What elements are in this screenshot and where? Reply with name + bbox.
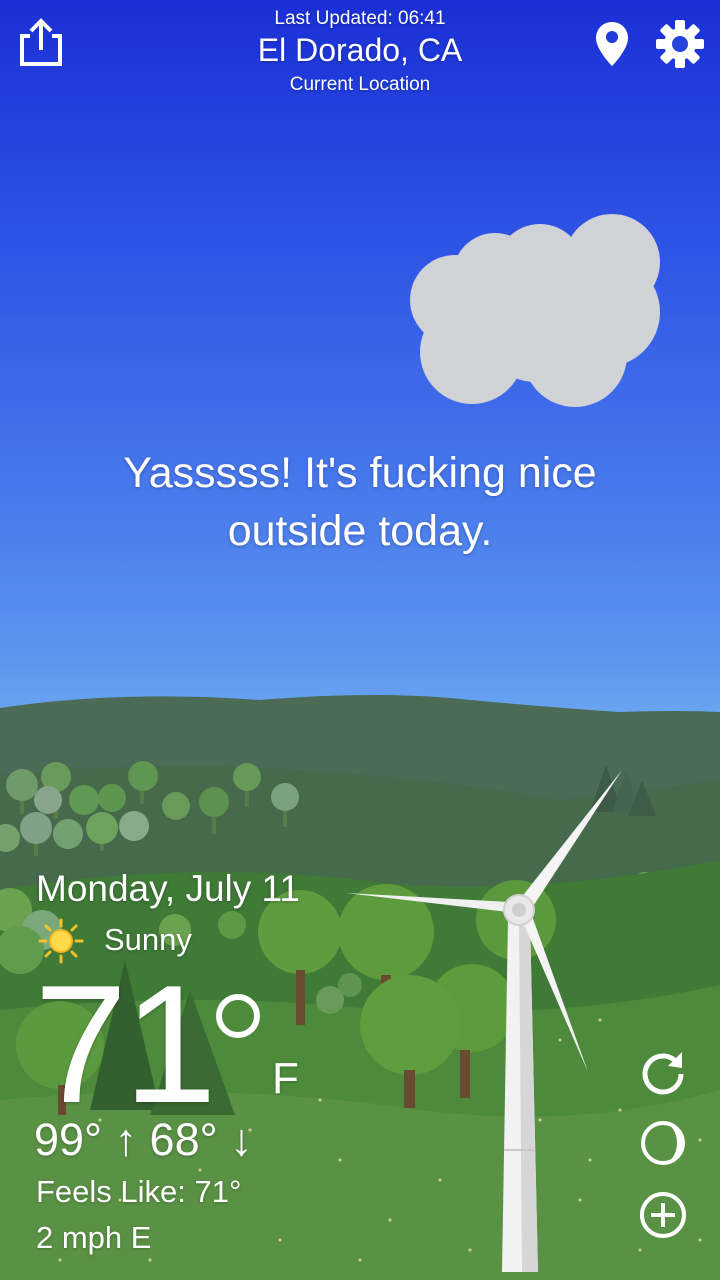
- moon-phase-icon: [641, 1121, 685, 1165]
- last-updated: Last Updated: 06:41: [274, 8, 446, 29]
- date-label: Monday, July 11: [36, 868, 300, 909]
- degree-symbol: [216, 994, 260, 1038]
- location-label: Current Location: [289, 74, 431, 95]
- high-low-temperature: 99° ↑ 68° ↓: [34, 1114, 253, 1165]
- location-button[interactable]: [594, 20, 630, 68]
- wind-speed: 2 mph E: [36, 1220, 152, 1255]
- feels-like: Feels Like: 71°: [36, 1174, 242, 1209]
- gear-icon: [656, 20, 704, 68]
- settings-button[interactable]: [654, 18, 706, 70]
- moon-phase-button[interactable]: [638, 1118, 688, 1168]
- share-icon: [20, 18, 62, 66]
- add-location-button[interactable]: [638, 1190, 688, 1240]
- temperature-value: 71: [34, 950, 217, 1138]
- cloud: [410, 214, 660, 407]
- share-button[interactable]: [18, 16, 64, 68]
- refresh-button[interactable]: [638, 1046, 688, 1096]
- refresh-icon: [642, 1052, 684, 1095]
- weather-message: Yasssss! It's fucking nice outside today…: [123, 449, 597, 555]
- add-icon: [640, 1192, 686, 1238]
- city-name[interactable]: El Dorado, CA: [110, 32, 610, 69]
- temperature-unit[interactable]: F: [272, 1054, 299, 1104]
- location-pin-icon: [596, 22, 628, 66]
